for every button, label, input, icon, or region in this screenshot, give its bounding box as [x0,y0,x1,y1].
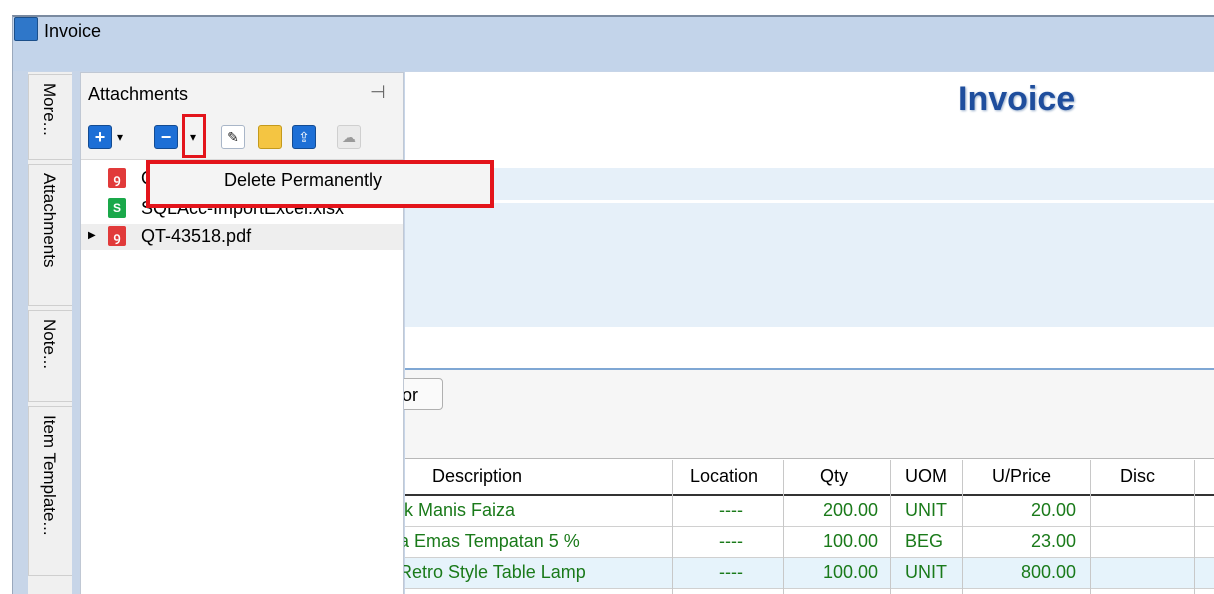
pin-icon[interactable]: ⊣ [370,82,386,103]
attachments-title: Attachments [88,84,189,104]
col-qty[interactable]: Qty [820,466,848,487]
highlight-box [146,160,494,208]
side-tab-item-template[interactable]: Item Template... [28,406,72,576]
col-description[interactable]: Description [432,466,522,487]
list-item[interactable]: ▶ ꝯ QT-43518.pdf [81,224,403,250]
upload-icon[interactable]: ⇪ [292,125,316,149]
table-row[interactable]: a Emas Tempatan 5 % ---- 100.00 BEG 23.0… [399,527,1214,558]
pdf-file-icon: ꝯ [108,168,126,188]
table-row[interactable]: Retro Style Table Lamp ---- 100.00 UNIT … [399,558,1214,589]
grid-toolbar-area [405,370,1214,458]
side-tabs: More... Attachments Note... Item Templat… [28,72,72,594]
side-tab-more[interactable]: More... [28,74,72,160]
edit-icon[interactable]: ✎ [221,125,245,149]
grid-divider [962,460,963,594]
add-dropdown-icon[interactable]: ▾ [112,125,128,149]
excel-file-icon: S [108,198,126,218]
col-uprice[interactable]: U/Price [992,466,1051,487]
highlight-box [182,114,206,158]
grid-divider [783,460,784,594]
grid-divider [1194,460,1195,594]
table-row[interactable]: ık Manis Faiza ---- 200.00 UNIT 20.00 [399,496,1214,527]
doc-title: Invoice [958,80,1076,118]
cloud-icon[interactable]: ☁ [337,125,361,149]
side-tab-note[interactable]: Note... [28,310,72,402]
attachments-toolbar: + ▾ − ▾ ✎ ⇪ ☁ [81,113,403,160]
folder-icon[interactable] [258,125,282,149]
window-title: Invoice [44,21,102,41]
form-band [405,168,1214,200]
grid-divider [1090,460,1091,594]
grid-header [405,458,1214,496]
window-title-bar [12,15,1214,73]
remove-attachment-button[interactable]: − [154,125,178,149]
col-uom[interactable]: UOM [905,466,947,487]
form-band [405,203,1214,327]
col-location[interactable]: Location [690,466,758,487]
form-band [405,340,1214,370]
side-tab-attachments[interactable]: Attachments [28,164,72,306]
add-attachment-button[interactable]: + [88,125,112,149]
expand-arrow-icon[interactable]: ▶ [88,230,96,241]
grid-divider [890,460,891,594]
pdf-file-icon: ꝯ [108,226,126,246]
grid-divider [672,460,673,594]
col-disc[interactable]: Disc [1120,466,1155,487]
app-icon [14,17,38,41]
